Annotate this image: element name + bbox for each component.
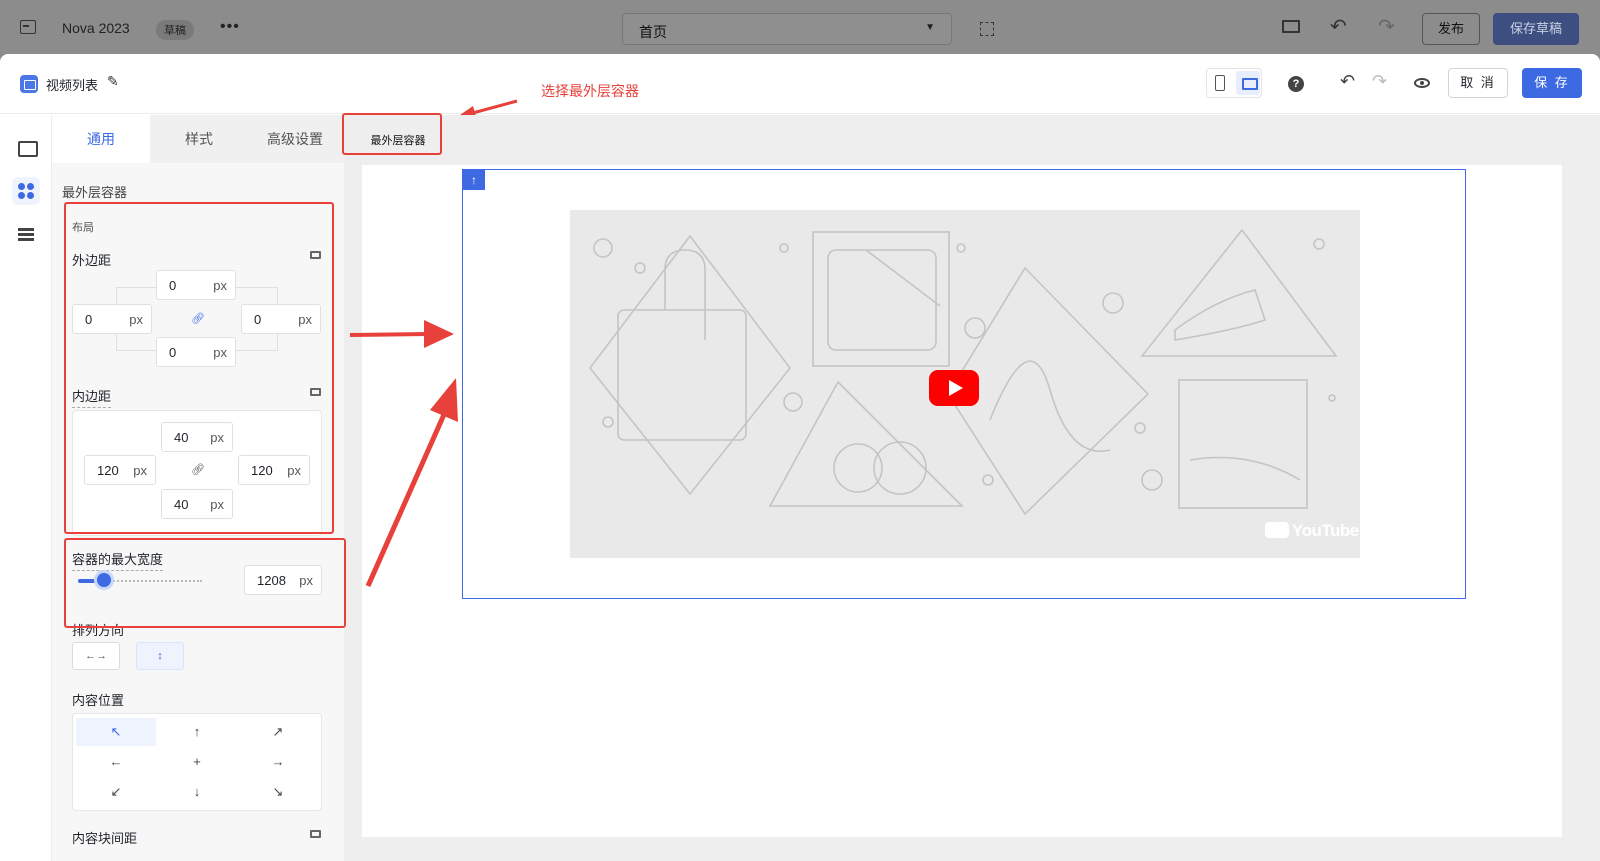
play-button-icon[interactable] [929,370,979,406]
status-badge: 草稿 [156,20,194,40]
annotation-box-max-width [64,538,346,628]
components-icon[interactable] [12,177,40,205]
modal-title: 视频列表 [46,78,99,93]
redo-icon[interactable]: ↷ [1372,71,1387,92]
outer-container-selection[interactable]: ↑ YouTube [462,169,1466,599]
align-center[interactable]: + [157,748,237,776]
publish-button[interactable]: 发布 [1422,13,1480,45]
select-parent-icon[interactable]: ↑ [463,170,485,190]
direction-vertical-button[interactable]: ↕ [136,642,184,670]
align-middle-right[interactable]: → [238,748,318,776]
align-top-left[interactable]: ↖ [76,718,156,746]
component-editor-modal: 视频列表 ✎ 选择最外层容器 ? ↶ ↷ 取 消 保 存 通用 样式 高级设置 … [0,54,1600,861]
device-monitor-icon[interactable] [310,830,321,838]
align-middle-left[interactable]: ← [76,748,156,776]
left-icon-rail [0,115,52,861]
page-surface: ↑ YouTube [362,165,1562,837]
content-position-grid: ↖ ↑ ↗ ← + → ↙ ↓ ↘ [72,713,322,811]
annotation-box-layout [64,202,334,534]
more-icon[interactable]: ••• [220,18,240,36]
annotation-box-breadcrumb [342,113,442,155]
align-bottom-center[interactable]: ↓ [157,778,237,806]
align-top-right[interactable]: ↗ [238,718,318,746]
tab-advanced[interactable]: 高级设置 [246,115,344,163]
chevron-down-icon: ▼ [925,22,935,33]
cancel-button[interactable]: 取 消 [1448,68,1508,98]
top-bar: Nova 2023 草稿 ••• 首页 ▼ ↶ ↷ 发布 保存草稿 [0,0,1600,54]
annotation-arrow-icon [349,320,454,348]
mobile-view-icon[interactable] [1215,75,1225,91]
undo-icon[interactable]: ↶ [1330,14,1347,39]
desktop-view-icon[interactable] [1236,71,1260,95]
youtube-logo: YouTube [1265,521,1359,541]
site-name: Nova 2023 [62,20,130,36]
select-area-icon[interactable] [980,22,994,36]
content-position-label: 内容位置 [72,693,125,708]
undo-icon[interactable]: ↶ [1340,71,1355,92]
redo-icon[interactable]: ↷ [1378,14,1395,39]
editor-canvas: 最外层容器 ↑ YouTube [344,115,1600,861]
preview-eye-icon[interactable] [1414,78,1430,88]
page-select-value: 首页 [639,24,667,40]
direction-horizontal-button[interactable]: ←→ [72,642,120,670]
settings-tabs: 通用 样式 高级设置 [52,115,344,163]
exit-icon[interactable] [20,20,36,34]
block-spacing-label: 内容块间距 [72,831,138,846]
tab-general[interactable]: 通用 [52,115,150,163]
device-toggle [1206,68,1262,98]
align-top-center[interactable]: ↑ [157,718,237,746]
layers-icon[interactable] [12,221,40,249]
align-bottom-right[interactable]: ↘ [238,778,318,806]
modal-header: 视频列表 ✎ 选择最外层容器 ? ↶ ↷ 取 消 保 存 [0,54,1600,120]
tab-style[interactable]: 样式 [150,115,248,163]
align-bottom-left[interactable]: ↙ [76,778,156,806]
edit-title-icon[interactable]: ✎ [107,73,119,90]
page-select[interactable]: 首页 ▼ [622,13,952,45]
section-title: 最外层容器 [62,185,128,200]
annotation-arrow-icon [365,378,458,588]
video-thumbnail[interactable]: YouTube [570,210,1360,558]
media-icon[interactable] [12,133,40,161]
annotation-text: 选择最外层容器 [541,83,639,99]
video-list-icon [20,75,38,93]
desktop-preview-icon[interactable] [1282,20,1300,33]
save-button[interactable]: 保 存 [1522,68,1582,98]
save-draft-button[interactable]: 保存草稿 [1493,13,1579,45]
help-icon[interactable]: ? [1288,76,1304,92]
